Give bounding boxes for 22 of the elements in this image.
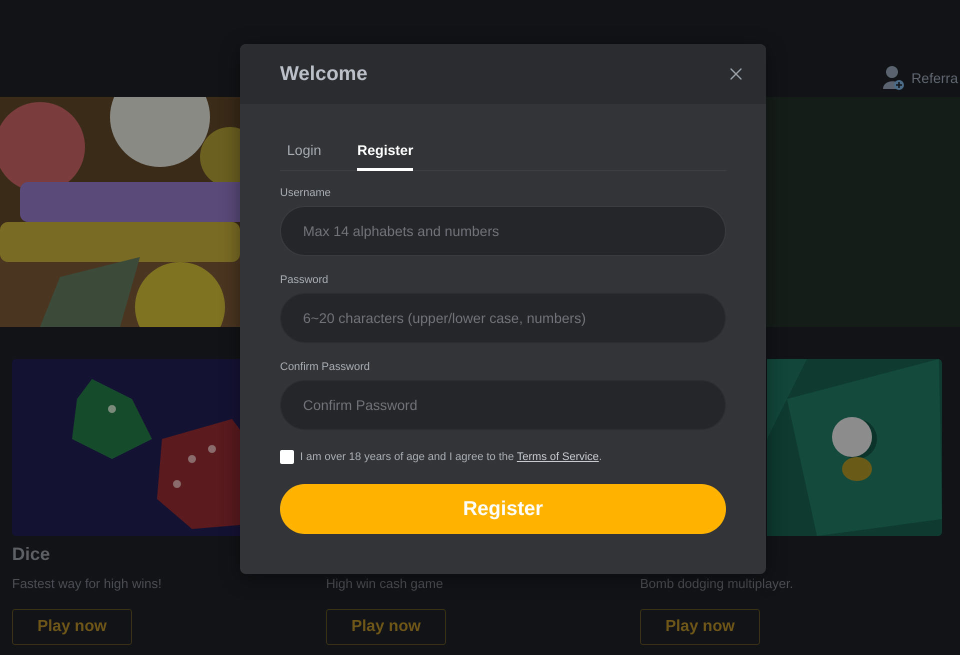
game-description: Fastest way for high wins! bbox=[12, 576, 163, 591]
register-button[interactable]: Register bbox=[280, 484, 726, 534]
user-add-icon bbox=[883, 65, 906, 91]
tab[interactable]: Register bbox=[357, 134, 414, 171]
terms-link[interactable]: Terms of Service bbox=[516, 451, 599, 463]
game-title: Dice bbox=[12, 544, 50, 564]
field-label: Confirm Password bbox=[280, 361, 371, 373]
field-label: Username bbox=[280, 187, 332, 199]
checkbox[interactable] bbox=[280, 450, 294, 464]
game-description: Bomb dodging multiplayer. bbox=[640, 576, 794, 591]
game-description: High win cash game bbox=[326, 576, 444, 591]
tab[interactable]: Login bbox=[287, 134, 322, 171]
referral-link[interactable]: Referra bbox=[911, 70, 958, 86]
play-now-button[interactable]: Play now bbox=[326, 609, 446, 645]
dialog-title: Welcome bbox=[280, 62, 368, 86]
agreement-text: I am over 18 years of age and I agree to the Terms of Service. bbox=[300, 451, 602, 463]
input-field[interactable]: 6~20 characters (upper/lower case, numbers) bbox=[280, 293, 726, 343]
play-now-button[interactable]: Play now bbox=[12, 609, 132, 645]
field-label: Password bbox=[280, 274, 330, 286]
input-field[interactable]: Max 14 alphabets and numbers bbox=[280, 206, 726, 256]
play-now-button[interactable]: Play now bbox=[640, 609, 760, 645]
input-field[interactable]: Confirm Password bbox=[280, 380, 726, 430]
